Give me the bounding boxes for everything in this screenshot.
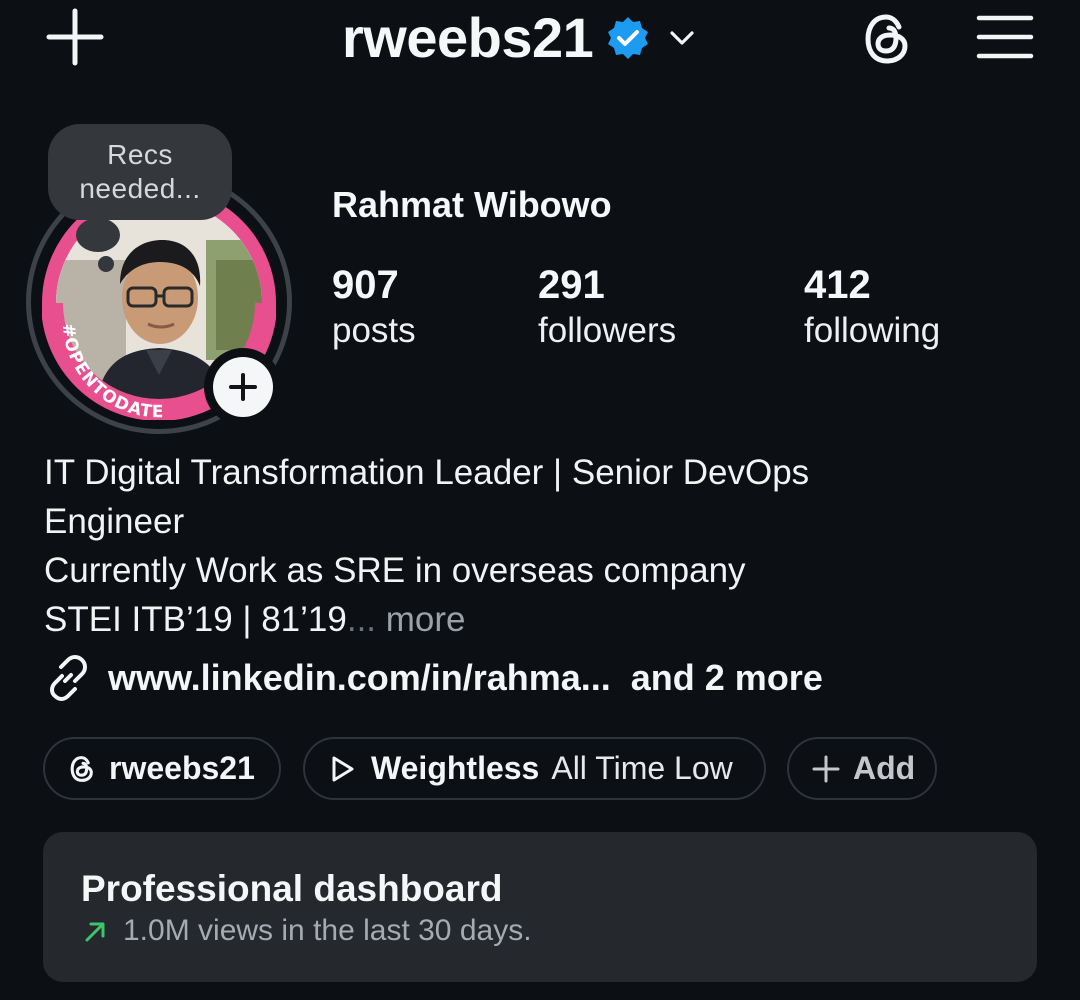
music-pill[interactable]: Weightless All Time Low (303, 737, 766, 800)
bio-line-last: STEI ITB’19 | 81’19... more (44, 595, 1044, 644)
verified-badge-icon (605, 15, 651, 61)
threads-profile-pill[interactable]: rweebs21 (43, 737, 281, 800)
add-story-button[interactable] (204, 348, 282, 426)
threads-icon (865, 14, 908, 64)
stat-followers-value: 291 (538, 263, 605, 307)
threads-pill-label: rweebs21 (109, 750, 255, 786)
threads-icon (70, 755, 93, 782)
plus-icon (229, 373, 257, 401)
note-bubble[interactable]: Recs needed... (48, 124, 232, 220)
stat-posts[interactable]: 907 posts (332, 262, 416, 354)
stat-following-label: following (804, 311, 941, 350)
chevron-down-icon (665, 21, 699, 55)
bio: IT Digital Transformation Leader | Senio… (44, 448, 1044, 644)
note-bubble-tail (76, 218, 120, 252)
add-pill-label: Add (853, 750, 916, 786)
link-icon (44, 654, 92, 702)
plus-icon (46, 8, 104, 66)
stat-posts-label: posts (332, 311, 416, 350)
more-links[interactable]: and 2 more (631, 657, 823, 699)
note-text: Recs needed... (79, 139, 201, 204)
bio-more-link[interactable]: more (386, 600, 466, 639)
account-switcher[interactable]: rweebs21 (342, 0, 699, 76)
stat-followers-label: followers (538, 311, 677, 350)
song-title: Weightless (371, 750, 540, 786)
top-bar: rweebs21 (0, 0, 1080, 80)
bio-line-text: STEI ITB’19 | 81’19 (44, 600, 347, 639)
create-button[interactable] (44, 6, 106, 68)
note-bubble-tail-dot (98, 256, 114, 272)
threads-button[interactable] (858, 10, 916, 68)
links-row: www.linkedin.com/in/rahma... and 2 more (44, 652, 823, 704)
stat-following-value: 412 (804, 263, 871, 307)
bio-ellipsis: ... (346, 600, 377, 639)
plus-icon (812, 755, 840, 782)
add-pill-button[interactable]: Add (787, 737, 937, 800)
dashboard-subtitle: 1.0M views in the last 30 days. (81, 914, 532, 948)
bio-line: Engineer (44, 502, 185, 541)
hamburger-menu-icon (976, 15, 1034, 59)
profile-page: rweebs21 #OPENTODATE Recs needed... Rahm… (0, 0, 1080, 1000)
menu-button[interactable] (976, 14, 1034, 60)
stat-following[interactable]: 412 following (804, 262, 940, 354)
trend-up-arrow-icon (81, 916, 111, 946)
username-title: rweebs21 (342, 6, 594, 69)
svg-text:#OPENTODATE: #OPENTODATE (58, 322, 165, 420)
profile-link[interactable]: www.linkedin.com/in/rahma... (108, 657, 611, 699)
dashboard-subtitle-text: 1.0M views in the last 30 days. (123, 914, 532, 947)
bio-line: IT Digital Transformation Leader | Senio… (44, 453, 810, 492)
play-icon (332, 756, 354, 781)
stat-followers[interactable]: 291 followers (538, 262, 676, 354)
bio-line: Currently Work as SRE in overseas compan… (44, 551, 746, 590)
display-name: Rahmat Wibowo (332, 184, 612, 225)
dashboard-title: Professional dashboard (81, 868, 503, 909)
professional-dashboard-card[interactable]: Professional dashboard 1.0M views in the… (43, 832, 1037, 982)
stat-posts-value: 907 (332, 263, 399, 307)
song-artist: All Time Low (551, 750, 733, 786)
